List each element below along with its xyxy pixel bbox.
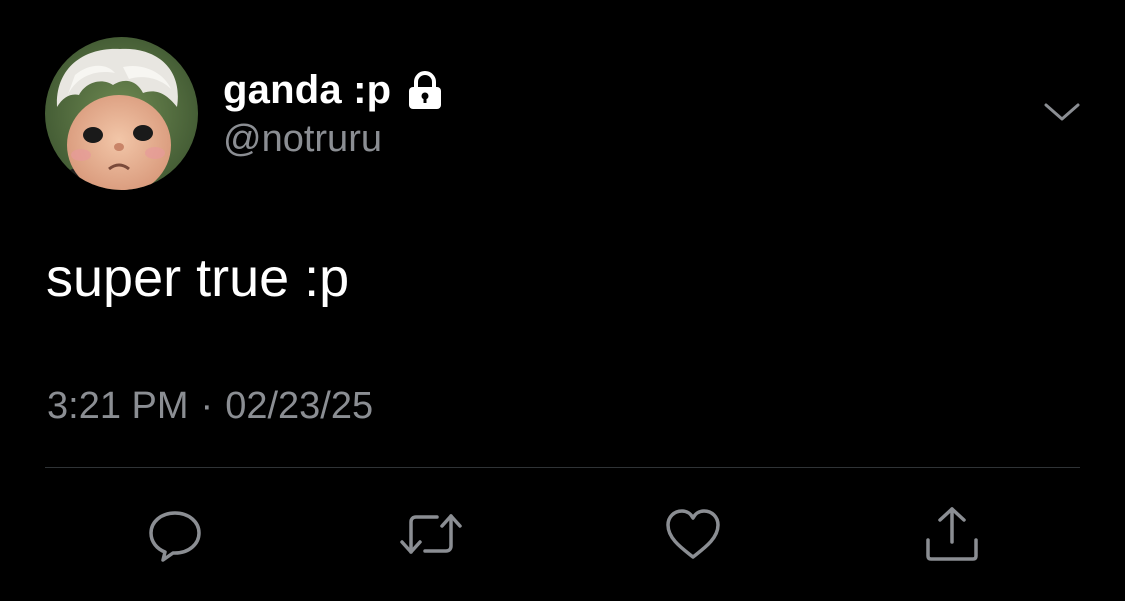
tweet-time: 3:21 PM [47, 385, 189, 427]
tweet-detail: ganda :p @notruru super true :p 3:21 PM ·… [0, 0, 1125, 601]
reply-icon [145, 504, 205, 564]
tweet-timestamp: 3:21 PM · 02/23/25 [47, 385, 373, 428]
divider [45, 467, 1080, 468]
retweet-button[interactable] [400, 503, 462, 565]
avatar[interactable] [45, 37, 198, 190]
share-button[interactable] [921, 503, 983, 565]
heart-icon [663, 504, 723, 564]
display-name-row: ganda :p [223, 64, 445, 116]
like-button[interactable] [662, 503, 724, 565]
meta-separator: · [200, 385, 214, 427]
chevron-down-icon[interactable] [1042, 97, 1082, 127]
user-handle[interactable]: @notruru [223, 118, 382, 161]
retweet-icon [399, 504, 463, 564]
share-icon [922, 504, 982, 564]
tweet-text: super true :p [46, 248, 350, 308]
display-name[interactable]: ganda :p [223, 68, 391, 113]
tweet-date: 02/23/25 [225, 385, 374, 427]
lock-icon [405, 70, 445, 110]
reply-button[interactable] [144, 503, 206, 565]
